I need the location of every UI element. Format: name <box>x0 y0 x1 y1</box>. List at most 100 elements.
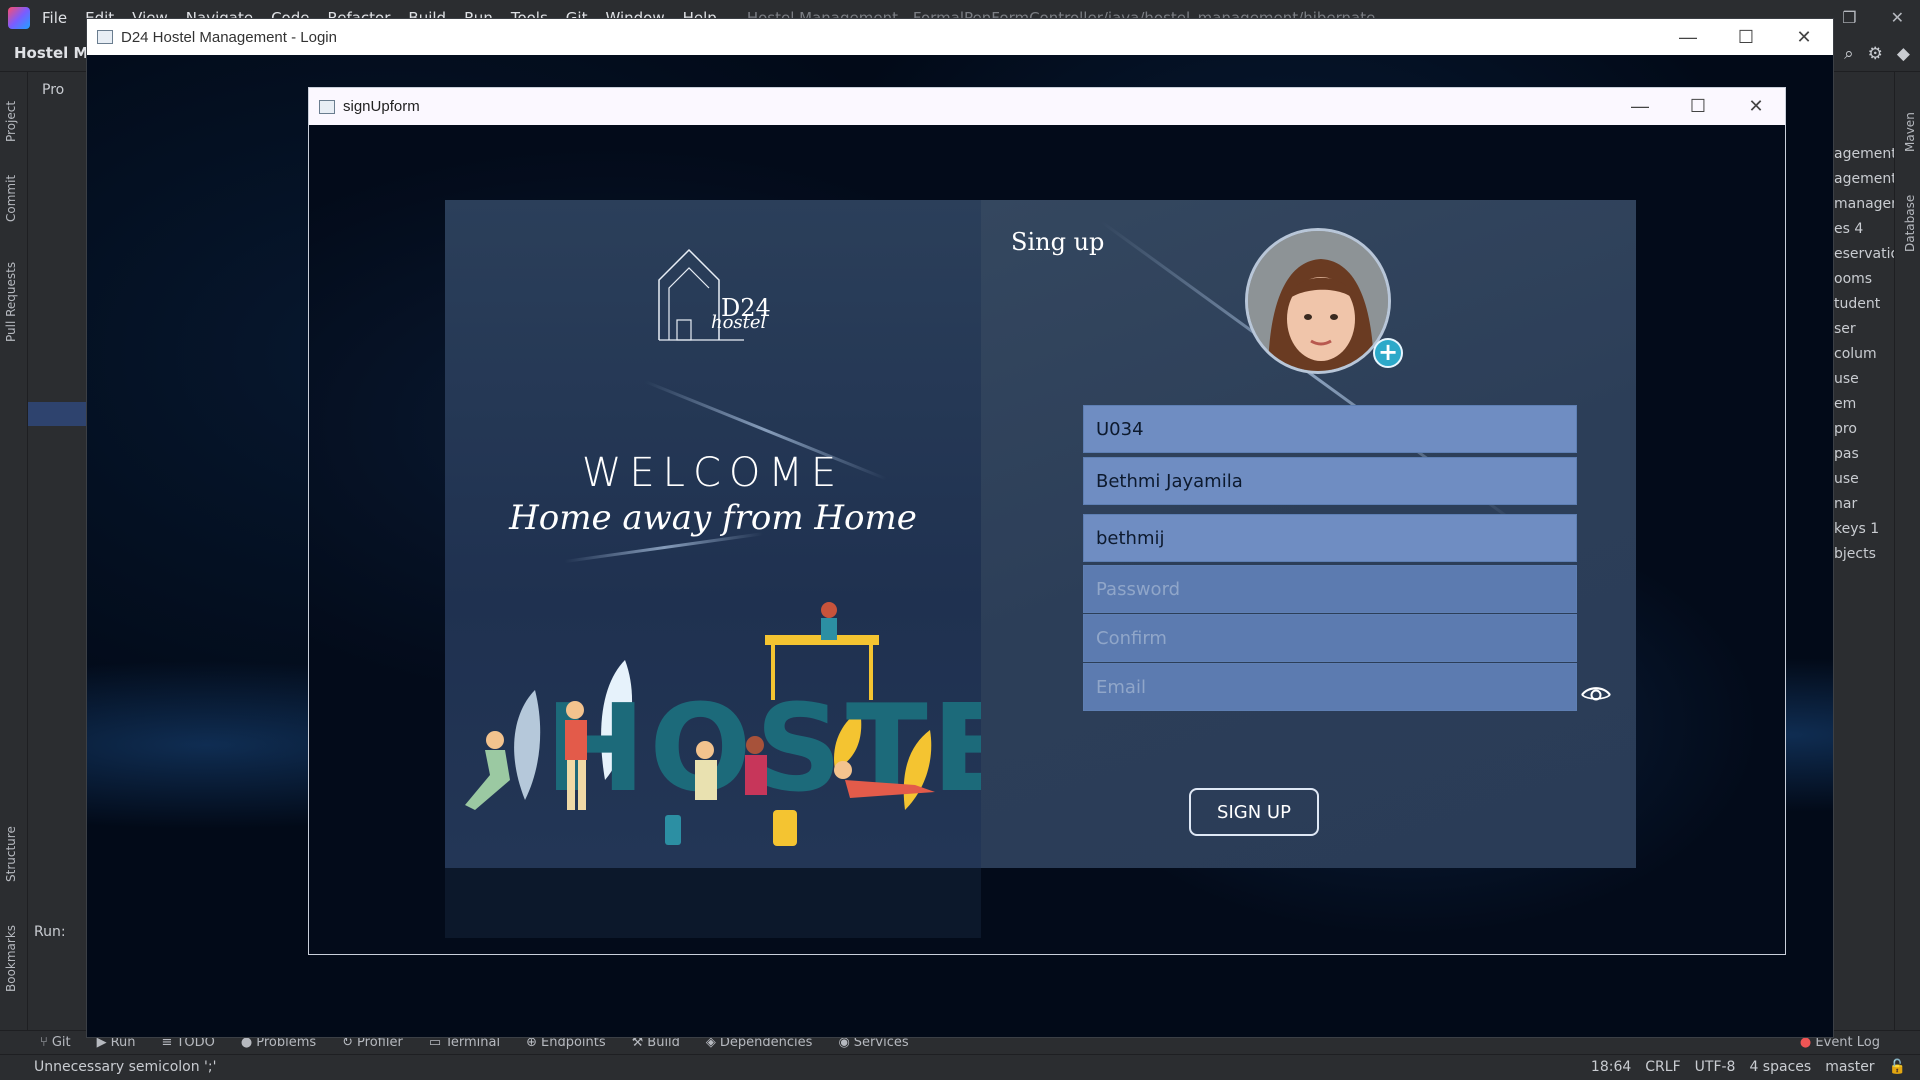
db-tree-item[interactable]: ooms <box>1834 271 1894 287</box>
minimize-icon: — <box>1679 26 1697 47</box>
suitcase-shape <box>665 815 681 845</box>
welcome-heading: WELCOME <box>581 450 845 496</box>
tab-database[interactable]: Database <box>1903 195 1917 252</box>
ide-close-icon[interactable]: ✕ <box>1891 8 1904 27</box>
tab-bookmarks[interactable]: Bookmarks <box>4 925 18 992</box>
signup-card: D24 hostel WELCOME Home away from Home H… <box>445 200 1636 868</box>
d24-hostel-logo: D24 hostel <box>658 248 771 341</box>
ide-project-panel: Pro Run: <box>28 72 88 1040</box>
db-tree-item[interactable]: keys 1 <box>1834 521 1894 537</box>
leaf-shape <box>514 690 541 800</box>
lock-icon[interactable]: 🔓 <box>1889 1059 1906 1075</box>
db-tree-item[interactable]: es 4 <box>1834 221 1894 237</box>
minimize-button[interactable]: — <box>1611 88 1669 125</box>
db-tree-item[interactable]: agement <box>1834 146 1894 162</box>
hostel-hero-word: HOSTEL <box>545 680 1055 819</box>
maximize-icon: ☐ <box>1689 96 1707 116</box>
status-caret-position[interactable]: 18:64 <box>1591 1059 1631 1075</box>
maximize-icon: ☐ <box>1737 26 1755 47</box>
person-leg <box>578 760 586 810</box>
close-icon: ✕ <box>1748 96 1764 116</box>
person-body <box>695 760 717 800</box>
signup-window-controls: — ☐ ✕ <box>1611 88 1785 125</box>
signup-titlebar: signUpform — ☐ ✕ <box>309 88 1785 125</box>
project-tab-label[interactable]: Pro <box>42 82 64 98</box>
avatar-portrait <box>1248 231 1388 371</box>
person-head <box>696 741 714 759</box>
tab-project[interactable]: Project <box>4 101 18 142</box>
db-tree-item[interactable]: pas <box>1834 446 1894 462</box>
signup-form-panel: Sing up + U034 Bethmi Jayamila bethmij E… <box>981 200 1636 868</box>
signup-heading: Sing up <box>1011 228 1105 256</box>
minimize-button[interactable]: — <box>1659 19 1717 55</box>
tab-pull-requests[interactable]: Pull Requests <box>4 262 18 342</box>
status-message: Unnecessary semicolon ';' <box>34 1059 217 1075</box>
close-icon: ✕ <box>1796 26 1812 47</box>
ide-restore-icon[interactable]: ❐ <box>1842 8 1856 27</box>
db-tree-item[interactable]: em <box>1834 396 1894 412</box>
search-icon[interactable]: ⌕ <box>1844 44 1854 64</box>
gear-icon[interactable]: ⚙ <box>1868 44 1883 64</box>
db-tree-item[interactable]: pro <box>1834 421 1894 437</box>
minimize-icon: — <box>1631 96 1649 116</box>
status-git-branch[interactable]: master <box>1825 1059 1874 1075</box>
person-head <box>821 602 837 618</box>
full-name-field[interactable] <box>1083 457 1577 505</box>
maximize-button[interactable]: ☐ <box>1717 19 1775 55</box>
status-indent[interactable]: 4 spaces <box>1749 1059 1811 1075</box>
tab-commit[interactable]: Commit <box>4 175 18 222</box>
db-tree-item[interactable]: nar <box>1834 496 1894 512</box>
db-tree-item[interactable]: eservatio <box>1834 246 1894 262</box>
show-password-eye-icon[interactable] <box>1579 678 1613 712</box>
db-tree-item[interactable]: bjects <box>1834 546 1894 562</box>
tab-structure[interactable]: Structure <box>4 826 18 882</box>
project-tree-selection <box>28 402 88 426</box>
ide-right-tool-strip: Maven Database <box>1894 72 1920 1040</box>
password-field[interactable] <box>1083 565 1577 613</box>
signup-window: signUpform — ☐ ✕ D24 hostel WELCOME Home… <box>308 87 1786 955</box>
plus-icon: + <box>1377 338 1399 366</box>
person-body <box>465 750 510 810</box>
db-tree-item[interactable]: tudent <box>1834 296 1894 312</box>
db-tree-item[interactable]: ser <box>1834 321 1894 337</box>
close-button[interactable]: ✕ <box>1727 88 1785 125</box>
welcome-panel: D24 hostel WELCOME Home away from Home H… <box>445 200 1055 868</box>
add-photo-button[interactable]: + <box>1373 338 1403 368</box>
profile-avatar[interactable] <box>1245 228 1391 374</box>
status-encoding[interactable]: UTF-8 <box>1695 1059 1736 1075</box>
ide-database-panel: agement agement managem es 4 eservatio o… <box>1834 72 1894 1040</box>
confirm-password-field[interactable] <box>1083 614 1577 662</box>
maximize-button[interactable]: ☐ <box>1669 88 1727 125</box>
status-line-separator[interactable]: CRLF <box>1645 1059 1680 1075</box>
run-panel-label: Run: <box>34 924 66 940</box>
close-button[interactable]: ✕ <box>1775 19 1833 55</box>
person-head <box>746 736 764 754</box>
db-tree-item[interactable]: use <box>1834 471 1894 487</box>
toolbox-icon[interactable]: ◆ <box>1897 44 1910 64</box>
person-leg <box>567 760 575 810</box>
user-id-field[interactable] <box>1083 405 1577 453</box>
intellij-logo-icon <box>8 7 30 29</box>
person-head <box>486 731 504 749</box>
welcome-tagline: Home away from Home <box>509 498 917 538</box>
email-field[interactable] <box>1083 663 1577 711</box>
db-tree-item[interactable]: use <box>1834 371 1894 387</box>
person-head <box>566 701 584 719</box>
git-branch-icon: ⑂ <box>40 1035 48 1050</box>
person-body <box>745 755 767 795</box>
signup-window-title: signUpform <box>343 98 420 115</box>
login-window: D24 Hostel Management - Login — ☐ ✕ sign… <box>86 18 1834 1038</box>
db-tree-item[interactable]: colum <box>1834 346 1894 362</box>
tab-maven[interactable]: Maven <box>1903 112 1917 152</box>
ide-left-tool-strip: Project Commit Pull Requests Structure B… <box>0 72 28 1040</box>
status-right-group: 18:64 CRLF UTF-8 4 spaces master 🔓 <box>1591 1059 1906 1075</box>
username-field[interactable] <box>1083 514 1577 562</box>
person-head <box>834 761 852 779</box>
suitcase-shape <box>773 810 797 846</box>
toolwindow-git[interactable]: ⑂ Git <box>40 1035 71 1050</box>
menu-file[interactable]: File <box>42 9 67 27</box>
db-tree-item[interactable]: managem <box>1834 196 1894 212</box>
person-body <box>565 720 587 760</box>
sign-up-button[interactable]: SIGN UP <box>1189 788 1319 836</box>
db-tree-item[interactable]: agement <box>1834 171 1894 187</box>
